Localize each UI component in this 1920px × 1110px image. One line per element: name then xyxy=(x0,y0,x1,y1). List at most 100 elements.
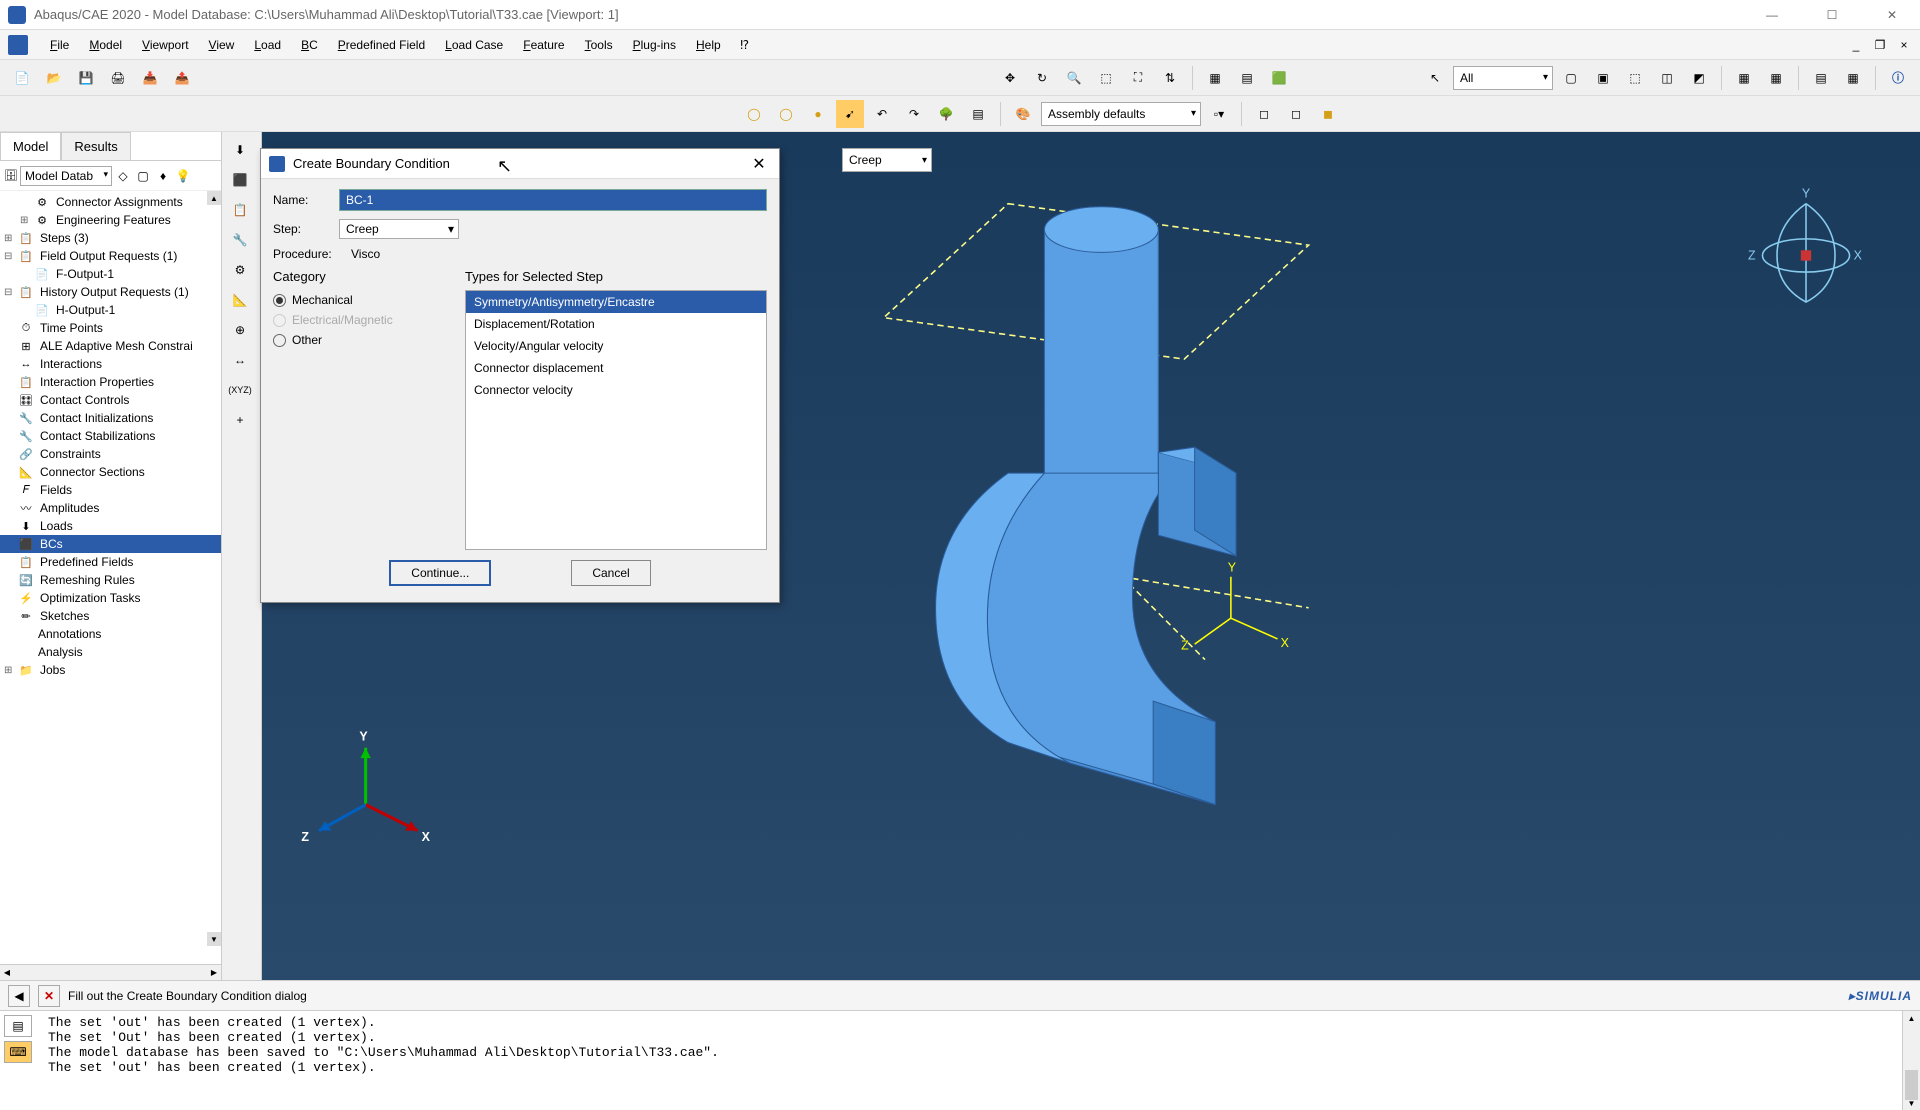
msg-kbd-icon[interactable]: ⌨ xyxy=(4,1041,32,1063)
arrow-icon[interactable]: ➹ xyxy=(836,100,864,128)
context-help-icon[interactable]: ⁉ xyxy=(731,31,759,59)
tb-icon-5[interactable]: ◩ xyxy=(1685,64,1713,92)
parallel-icon[interactable]: ▤ xyxy=(1233,64,1261,92)
tree-item-fields[interactable]: 𝐹Fields xyxy=(0,481,221,499)
color-icon[interactable]: 🎨 xyxy=(1009,100,1037,128)
tree-item-history-output-requests-1-[interactable]: ⊟📋History Output Requests (1) xyxy=(0,283,221,301)
menu-tools[interactable]: Tools xyxy=(575,34,623,56)
maximize-button[interactable]: ☐ xyxy=(1812,5,1852,25)
mod-btn-1[interactable]: ⬇ xyxy=(224,136,256,164)
tree-item-sketches[interactable]: ✏Sketches xyxy=(0,607,221,625)
field-icon-1[interactable]: ▤ xyxy=(1807,64,1835,92)
save-icon[interactable]: 💾 xyxy=(72,64,100,92)
tb-icon-2[interactable]: ▣ xyxy=(1589,64,1617,92)
zoom-icon[interactable]: 🔍 xyxy=(1060,64,1088,92)
field-icon-2[interactable]: ▦ xyxy=(1839,64,1867,92)
print-icon[interactable]: 🖨 xyxy=(104,64,132,92)
type-item-2[interactable]: Velocity/Angular velocity xyxy=(466,335,766,357)
tree-hscroll[interactable]: ◀ ▶ xyxy=(0,964,221,980)
mod-btn-5[interactable]: ⚙ xyxy=(224,256,256,284)
tree-scroll-up[interactable]: ▲ xyxy=(207,191,221,205)
tree-item-f-output-1[interactable]: 📄F-Output-1 xyxy=(0,265,221,283)
menu-viewport[interactable]: Viewport xyxy=(132,34,198,56)
tree-item-amplitudes[interactable]: 〰Amplitudes xyxy=(0,499,221,517)
name-input[interactable] xyxy=(339,189,767,211)
cube2-icon[interactable]: ◻ xyxy=(1282,100,1310,128)
type-item-0[interactable]: Symmetry/Antisymmetry/Encastre xyxy=(466,291,766,313)
shade-icon[interactable]: 🟩 xyxy=(1265,64,1293,92)
cube-dd-icon[interactable]: ▫▾ xyxy=(1205,100,1233,128)
viewport-step-dropdown[interactable]: Creep xyxy=(842,148,932,172)
cancel-button[interactable]: Cancel xyxy=(571,560,650,586)
model-tree[interactable]: ▲ ⚙Connector Assignments⊞⚙Engineering Fe… xyxy=(0,191,221,964)
type-item-1[interactable]: Displacement/Rotation xyxy=(466,313,766,335)
tree-item-analysis[interactable]: Analysis xyxy=(0,643,221,661)
fit-icon[interactable]: ⛶ xyxy=(1124,64,1152,92)
category-radio-mechanical[interactable]: Mechanical xyxy=(273,290,453,310)
close-button[interactable]: ✕ xyxy=(1872,5,1912,25)
assembly-dropdown[interactable]: Assembly defaults xyxy=(1041,102,1201,126)
dialog-close-button[interactable]: ✕ xyxy=(747,152,771,176)
mod-btn-xyz[interactable]: (XYZ) xyxy=(224,376,256,404)
menu-view[interactable]: View xyxy=(199,34,245,56)
message-text[interactable]: The set 'out' has been created (1 vertex… xyxy=(40,1011,1902,1110)
tree-item-annotations[interactable]: Annotations xyxy=(0,625,221,643)
prompt-back-button[interactable]: ◀ xyxy=(8,985,30,1007)
menu-model[interactable]: Model xyxy=(79,34,132,56)
inner-close[interactable]: × xyxy=(1896,37,1912,53)
tree-btn-1[interactable]: ◇ xyxy=(114,162,132,190)
info-icon[interactable]: ⓘ xyxy=(1884,64,1912,92)
minimize-button[interactable]: — xyxy=(1752,5,1792,25)
pan-icon[interactable]: ✥ xyxy=(996,64,1024,92)
tree-item-steps-3-[interactable]: ⊞📋Steps (3) xyxy=(0,229,221,247)
tb-icon-1[interactable]: ▢ xyxy=(1557,64,1585,92)
tree-item-bcs[interactable]: ⬛BCs xyxy=(0,535,221,553)
continue-button[interactable]: Continue... xyxy=(389,560,491,586)
mod-btn-2[interactable]: ⬛ xyxy=(224,166,256,194)
menu-predefined-field[interactable]: Predefined Field xyxy=(328,34,435,56)
menu-plugins[interactable]: Plug-ins xyxy=(623,34,686,56)
inner-restore[interactable]: ❐ xyxy=(1872,37,1888,53)
type-item-3[interactable]: Connector displacement xyxy=(466,357,766,379)
mesh-icon-1[interactable]: ▦ xyxy=(1730,64,1758,92)
tree-item-optimization-tasks[interactable]: ⚡Optimization Tasks xyxy=(0,589,221,607)
tab-results[interactable]: Results xyxy=(61,132,130,160)
menu-load[interactable]: Load xyxy=(244,34,291,56)
menu-feature[interactable]: Feature xyxy=(513,34,574,56)
step-select[interactable]: Creep xyxy=(339,219,459,239)
tree-item-engineering-features[interactable]: ⊞⚙Engineering Features xyxy=(0,211,221,229)
mod-btn-6[interactable]: 📐 xyxy=(224,286,256,314)
tab-model[interactable]: Model xyxy=(0,132,61,160)
new-icon[interactable]: 📄 xyxy=(8,64,36,92)
category-radio-other[interactable]: Other xyxy=(273,330,453,350)
circle-icon-1[interactable]: ◯ xyxy=(740,100,768,128)
tree-item-connector-assignments[interactable]: ⚙Connector Assignments xyxy=(0,193,221,211)
type-item-4[interactable]: Connector velocity xyxy=(466,379,766,401)
open-icon[interactable]: 📂 xyxy=(40,64,68,92)
tree-icon[interactable]: 🌳 xyxy=(932,100,960,128)
mod-btn-8[interactable]: ↔ xyxy=(224,346,256,374)
tb-icon-3[interactable]: ⬚ xyxy=(1621,64,1649,92)
tree-item-jobs[interactable]: ⊞📁Jobs xyxy=(0,661,221,679)
menu-load-case[interactable]: Load Case xyxy=(435,34,513,56)
tree-item-field-output-requests-1-[interactable]: ⊟📋Field Output Requests (1) xyxy=(0,247,221,265)
perspective-icon[interactable]: ▦ xyxy=(1201,64,1229,92)
tree-item-ale-adaptive-mesh-constrai[interactable]: ⊞ALE Adaptive Mesh Constrai xyxy=(0,337,221,355)
list-icon[interactable]: ▤ xyxy=(964,100,992,128)
cycle-icon[interactable]: ⇅ xyxy=(1156,64,1184,92)
mesh-icon-2[interactable]: ▦ xyxy=(1762,64,1790,92)
tree-item-time-points[interactable]: ⏱Time Points xyxy=(0,319,221,337)
tree-item-loads[interactable]: ⬇Loads xyxy=(0,517,221,535)
circle-icon-3[interactable]: ● xyxy=(804,100,832,128)
msg-filter-icon[interactable]: ▤ xyxy=(4,1015,32,1037)
message-scrollbar[interactable]: ▲ ▼ xyxy=(1902,1011,1920,1110)
tree-item-interactions[interactable]: ↔Interactions xyxy=(0,355,221,373)
tree-scroll-down[interactable]: ▼ xyxy=(207,932,221,946)
tree-item-contact-stabilizations[interactable]: 🔧Contact Stabilizations xyxy=(0,427,221,445)
menu-bc[interactable]: BC xyxy=(291,34,328,56)
types-list[interactable]: Symmetry/Antisymmetry/EncastreDisplaceme… xyxy=(465,290,767,550)
select-icon[interactable]: ↖ xyxy=(1421,64,1449,92)
model-db-dropdown[interactable]: Model Datab xyxy=(20,166,112,186)
circle-icon-2[interactable]: ◯ xyxy=(772,100,800,128)
cube1-icon[interactable]: ◻ xyxy=(1250,100,1278,128)
